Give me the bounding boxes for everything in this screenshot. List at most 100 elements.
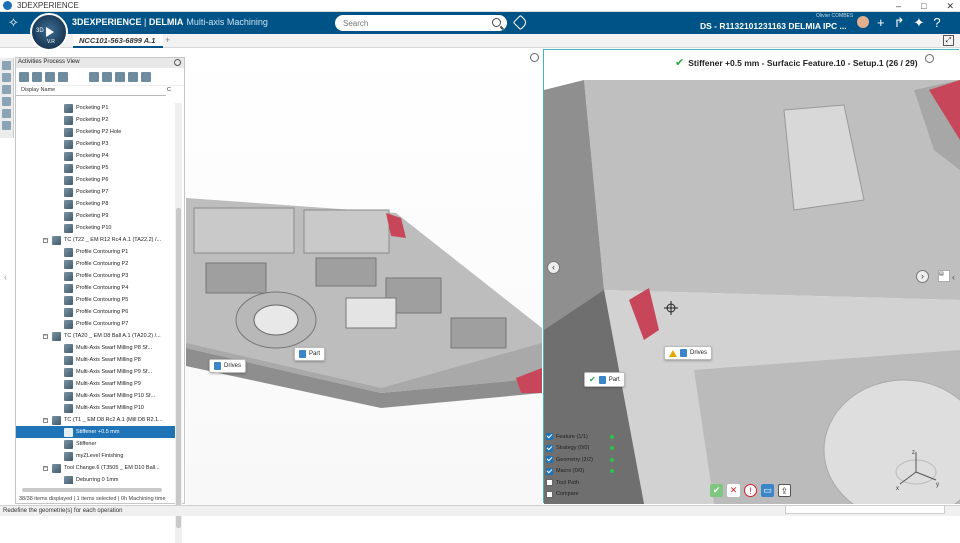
tree-row[interactable]: Stiffener xyxy=(16,438,176,450)
horizontal-scrollbar[interactable] xyxy=(22,488,162,492)
drives-label-left[interactable]: Drives xyxy=(209,359,247,373)
tree-row[interactable]: myZLevel Finishing xyxy=(16,450,176,462)
tree-row[interactable]: Multi-Axis Swarf Milling P9 Sf... xyxy=(16,366,176,378)
expand-icon[interactable]: ⤢ xyxy=(943,35,954,46)
column-c[interactable]: C xyxy=(167,87,171,93)
close-button[interactable]: ✕ xyxy=(946,0,954,12)
tree-row[interactable]: Pocketing P10 xyxy=(16,222,176,234)
tree-tool-icon[interactable] xyxy=(19,71,29,82)
minimize-button[interactable]: – xyxy=(896,0,901,12)
tool-icon-2[interactable] xyxy=(2,73,11,82)
checkbox-checked[interactable] xyxy=(546,467,553,475)
compass-button[interactable]: 3D V.R xyxy=(30,13,68,51)
tree-row[interactable]: Pocketing P4 xyxy=(16,150,176,162)
tree-row[interactable]: Profile Contouring P6 xyxy=(16,306,176,318)
viewport-main[interactable] xyxy=(186,48,542,505)
next-arrow-button[interactable]: › xyxy=(916,270,929,283)
checklist-item[interactable]: Geometry (2/2) xyxy=(546,454,641,466)
tree-row[interactable]: Profile Contouring P5 xyxy=(16,294,176,306)
settings-tool-icon[interactable] xyxy=(128,71,138,82)
tree-row[interactable]: Pocketing P2 xyxy=(16,114,176,126)
tree-row[interactable]: − TC (TA20 _ EM D8 Ball A.1 (TA20.2) /... xyxy=(16,330,176,342)
checkbox-checked[interactable] xyxy=(546,433,553,441)
collapse-right-icon[interactable]: ‹ xyxy=(952,272,955,282)
tool-icon-6[interactable] xyxy=(2,121,11,130)
apps-icon[interactable]: ✦ xyxy=(914,15,925,31)
tree-row[interactable]: Profile Contouring P4 xyxy=(16,282,176,294)
tree-row[interactable]: Pocketing P1 xyxy=(16,102,176,114)
collapse-icon[interactable]: − xyxy=(43,417,48,423)
move-crosshair-icon[interactable] xyxy=(664,301,678,315)
tree-row[interactable]: Deburring 0 1mm xyxy=(16,474,176,484)
maximize-button[interactable]: □ xyxy=(921,0,926,12)
export-button[interactable]: ⇪ xyxy=(778,484,791,497)
gear-icon[interactable] xyxy=(174,59,181,66)
process-tool-icon[interactable] xyxy=(32,71,42,82)
collapse-left-icon[interactable]: ‹ xyxy=(4,272,7,282)
side-panel-icon[interactable]: ▤ xyxy=(938,270,950,282)
tree-row[interactable]: Pocketing P6 xyxy=(16,174,176,186)
part-label-right[interactable]: ✔ Part xyxy=(584,372,625,387)
collapse-icon[interactable]: − xyxy=(43,237,48,243)
search-box[interactable] xyxy=(335,15,507,31)
tree-row[interactable]: − Tool Change.6 (T3505 _ EM D10 Ball... xyxy=(16,462,176,474)
checklist-item[interactable]: Strategy (0/0) xyxy=(546,443,641,455)
checklist-item[interactable]: Macro (0/0) xyxy=(546,466,641,478)
drives-label-right[interactable]: Drives xyxy=(664,346,713,360)
layout-tool-icon[interactable] xyxy=(58,71,68,82)
tree-row[interactable]: Pocketing P8 xyxy=(16,198,176,210)
checklist-item[interactable]: Feature (1/1) xyxy=(546,431,641,443)
tree-row[interactable]: Pocketing P5 xyxy=(16,162,176,174)
checklist-item[interactable]: Compare xyxy=(546,489,641,501)
tree-row[interactable]: Profile Contouring P2 xyxy=(16,258,176,270)
status-input-box[interactable] xyxy=(785,505,945,514)
funnel-icon[interactable] xyxy=(102,71,112,82)
tool-icon-1[interactable] xyxy=(2,61,11,70)
tree-row[interactable]: Pocketing P2 Hole xyxy=(16,126,176,138)
stop-button[interactable]: ! xyxy=(744,484,757,497)
ds-logo-icon[interactable]: ✧ xyxy=(8,15,24,31)
tree-row[interactable]: Pocketing P7 xyxy=(16,186,176,198)
tool-icon-3[interactable] xyxy=(2,85,11,94)
search-icon[interactable] xyxy=(492,18,501,27)
tree-row[interactable]: − TC (T1 _ EM D8 Rc2 A.1 (Mill D8 R2.1... xyxy=(16,414,176,426)
tree-row[interactable]: Multi-Axis Swarf Milling P8 Sf... xyxy=(16,342,176,354)
add-tab-button[interactable]: + xyxy=(165,35,170,45)
tree-row[interactable]: Pocketing P9 xyxy=(16,210,176,222)
tree-row[interactable]: Pocketing P3 xyxy=(16,138,176,150)
filter-tool-icon[interactable] xyxy=(45,71,55,82)
tab-ncc101[interactable]: NCC101-563-6899 A.1 xyxy=(73,34,163,48)
accept-button[interactable]: ✔ xyxy=(710,484,723,497)
credentials-selector[interactable]: DS - R1132101231163 DELMIA IPC ... xyxy=(700,21,847,31)
add-icon[interactable]: + xyxy=(877,15,885,31)
search-input[interactable] xyxy=(343,18,483,28)
columns-icon[interactable] xyxy=(115,71,125,82)
monitor-button[interactable]: ▭ xyxy=(761,484,774,497)
tool-icon-4[interactable] xyxy=(2,97,11,106)
export-tool-icon[interactable] xyxy=(141,71,151,82)
viewport-gear-icon[interactable] xyxy=(530,53,539,62)
tree-row[interactable]: Profile Contouring P3 xyxy=(16,270,176,282)
help-icon[interactable]: ? xyxy=(933,15,940,31)
tree-row[interactable]: Stiffener +0.5 mm xyxy=(16,426,176,438)
tree-row[interactable]: Multi-Axis Swarf Milling P8 xyxy=(16,354,176,366)
collapse-icon[interactable]: − xyxy=(43,465,48,471)
preview-gear-icon[interactable] xyxy=(925,54,934,63)
tree-row[interactable]: − TC (T22 _ EM R12 Rc4 A.1 (TA22.2) /... xyxy=(16,234,176,246)
tree-row[interactable]: Multi-Axis Swarf Milling P10 Sf... xyxy=(16,390,176,402)
cancel-button[interactable]: ✕ xyxy=(727,484,740,497)
checkbox-unchecked[interactable] xyxy=(546,490,553,498)
tree-row[interactable]: Profile Contouring P1 xyxy=(16,246,176,258)
checklist-item[interactable]: Tool Path xyxy=(546,477,641,489)
tree-row[interactable]: Multi-Axis Swarf Milling P10 xyxy=(16,402,176,414)
share-icon[interactable]: ↱ xyxy=(894,15,905,31)
tool-icon-5[interactable] xyxy=(2,109,11,118)
tree-row[interactable]: Profile Contouring P7 xyxy=(16,318,176,330)
checkbox-unchecked[interactable] xyxy=(546,479,553,487)
part-label-left[interactable]: Part xyxy=(294,347,326,361)
search-tool-icon[interactable] xyxy=(89,71,99,82)
orientation-compass-icon[interactable]: z x y xyxy=(890,450,942,500)
checkbox-checked[interactable] xyxy=(546,444,553,452)
avatar[interactable] xyxy=(857,16,869,28)
collapse-icon[interactable]: − xyxy=(43,333,48,339)
